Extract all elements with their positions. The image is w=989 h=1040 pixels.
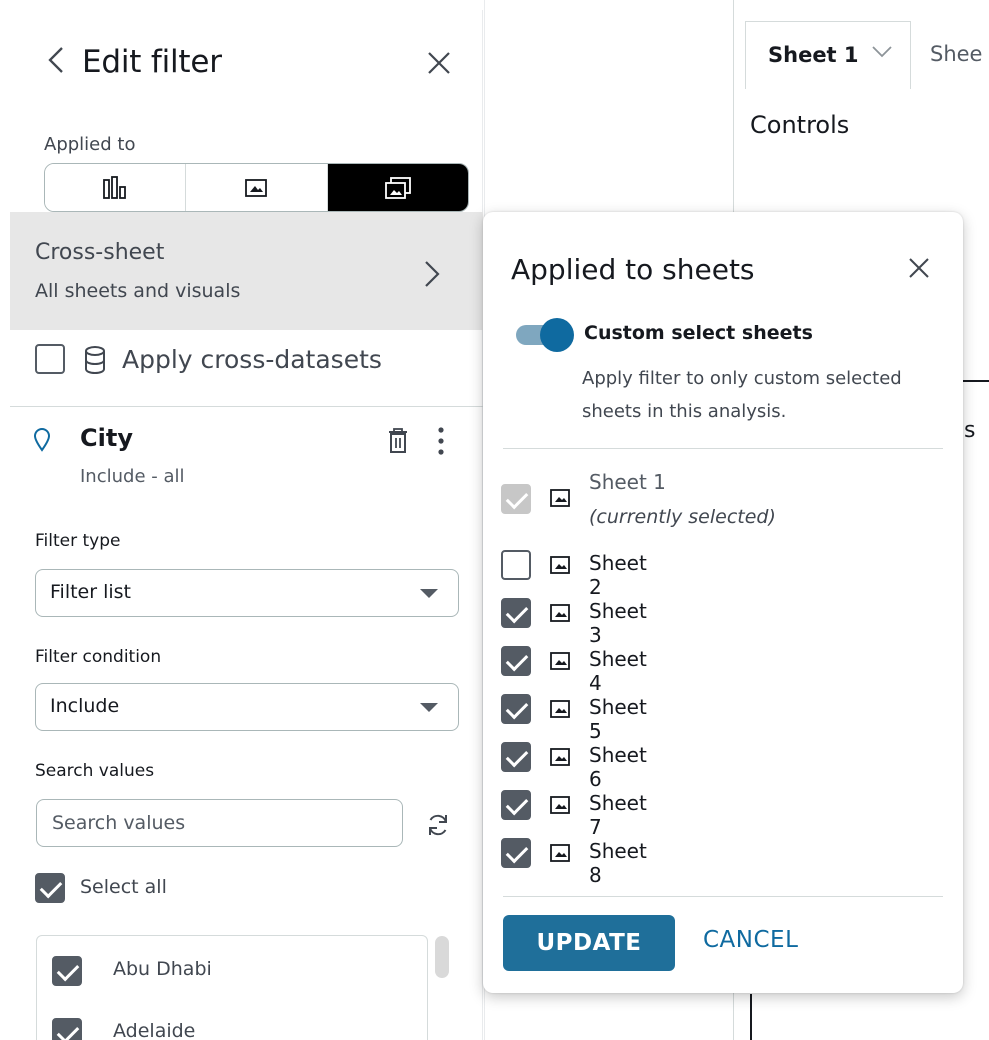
sheet-icon xyxy=(550,604,570,622)
list-scrollbar[interactable] xyxy=(435,936,449,978)
sheet-icon xyxy=(245,178,268,197)
sheet-name: Sheet 3 xyxy=(589,599,647,647)
visual-scope-button[interactable] xyxy=(45,164,187,211)
popup-divider xyxy=(503,896,943,897)
sheet-checkbox[interactable] xyxy=(501,598,531,628)
applied-to-segmented-control xyxy=(44,163,469,212)
search-values-input[interactable] xyxy=(36,799,403,847)
list-item: Adelaide xyxy=(113,1020,196,1040)
refresh-icon[interactable] xyxy=(425,812,451,838)
filter-type-select[interactable]: Filter list xyxy=(35,569,459,617)
filter-condition-label: Filter condition xyxy=(35,647,162,667)
sheet-name: Sheet 4 xyxy=(589,647,647,695)
sheet-name: Sheet 7 xyxy=(589,791,647,839)
sheet-name: Sheet 6 xyxy=(589,743,647,791)
chevron-down-icon[interactable] xyxy=(871,45,893,59)
sheet-name: Sheet 5 xyxy=(589,695,647,743)
sheet-checkbox[interactable] xyxy=(501,790,531,820)
sheet-icon xyxy=(550,489,570,507)
update-button[interactable]: UPDATE xyxy=(503,915,675,971)
value-checkbox[interactable] xyxy=(52,956,82,986)
sheet-icon xyxy=(550,652,570,670)
value-checkbox[interactable] xyxy=(52,1018,82,1040)
sheet-checkbox[interactable] xyxy=(501,742,531,772)
apply-cross-datasets-checkbox[interactable] xyxy=(35,344,65,374)
sheet-name: Sheet 8 xyxy=(589,839,647,887)
more-vertical-icon[interactable] xyxy=(435,425,447,457)
multiple-sheets-icon xyxy=(384,176,411,199)
sheet-icon xyxy=(550,556,570,574)
sheet-row-1: Sheet 1 (currently selected) xyxy=(501,470,921,534)
list-item: Abu Dhabi xyxy=(113,958,212,980)
bar-chart-icon xyxy=(103,175,127,199)
sheet-scope-button[interactable] xyxy=(186,164,328,211)
filter-type-label: Filter type xyxy=(35,531,121,551)
popup-title: Applied to sheets xyxy=(511,253,755,286)
sheet-checkbox[interactable] xyxy=(501,694,531,724)
apply-cross-datasets-label: Apply cross-datasets xyxy=(122,345,382,374)
custom-select-description: Apply filter to only custom selected she… xyxy=(582,368,902,422)
cross-sheet-title: Cross-sheet xyxy=(35,240,165,265)
tab-sheet-1-label: Sheet 1 xyxy=(768,43,859,67)
close-icon[interactable] xyxy=(908,257,930,279)
sheet-icon xyxy=(550,844,570,862)
filter-type-value: Filter list xyxy=(50,581,132,603)
search-values-label: Search values xyxy=(35,761,155,781)
values-list: Abu Dhabi Adelaide xyxy=(36,935,428,1040)
toggle-knob[interactable] xyxy=(540,318,574,352)
caret-down-icon xyxy=(420,703,438,712)
field-summary: Include - all xyxy=(80,466,185,487)
sheet-checkbox[interactable] xyxy=(501,646,531,676)
select-all-checkbox[interactable] xyxy=(35,873,65,903)
panel-title: Edit filter xyxy=(82,44,222,80)
location-pin-icon xyxy=(33,428,51,452)
caret-down-icon xyxy=(420,589,438,598)
chevron-right-icon xyxy=(425,261,440,287)
sheet-checkbox[interactable] xyxy=(501,838,531,868)
cross-sheet-row[interactable]: Cross-sheet All sheets and visuals xyxy=(10,212,483,330)
select-all-label: Select all xyxy=(80,876,167,898)
custom-select-label: Custom select sheets xyxy=(584,322,813,344)
cross-sheet-scope-button[interactable] xyxy=(327,164,468,211)
sheet-checkbox[interactable] xyxy=(501,550,531,580)
sheet-note: (currently selected) xyxy=(589,506,776,528)
database-icon xyxy=(85,346,105,374)
sheet-icon xyxy=(550,796,570,814)
filter-condition-value: Include xyxy=(50,695,120,717)
tab-sheet-1[interactable]: Sheet 1 xyxy=(745,21,911,89)
sheet-icon xyxy=(550,748,570,766)
filter-condition-select[interactable]: Include xyxy=(35,683,459,731)
applied-to-label: Applied to xyxy=(44,134,136,155)
popup-divider xyxy=(503,448,943,449)
field-name[interactable]: City xyxy=(80,424,133,452)
applied-to-sheets-popup: Applied to sheets Custom select sheets A… xyxy=(483,212,963,993)
cancel-button[interactable]: CANCEL xyxy=(703,927,798,953)
section-divider xyxy=(10,406,483,407)
visual-border xyxy=(750,994,752,1040)
chevron-left-icon[interactable] xyxy=(42,40,70,80)
sheet-checkbox xyxy=(501,484,531,514)
tab-sheet-2-label[interactable]: Shee xyxy=(930,42,982,66)
sheet-name: Sheet 2 xyxy=(589,551,647,599)
sheet-icon xyxy=(550,700,570,718)
controls-label: Controls xyxy=(750,111,850,139)
cross-sheet-subtitle: All sheets and visuals xyxy=(35,280,241,302)
trash-icon[interactable] xyxy=(387,428,409,454)
sheet-name: Sheet 1 xyxy=(589,470,666,494)
close-icon[interactable] xyxy=(426,50,452,76)
